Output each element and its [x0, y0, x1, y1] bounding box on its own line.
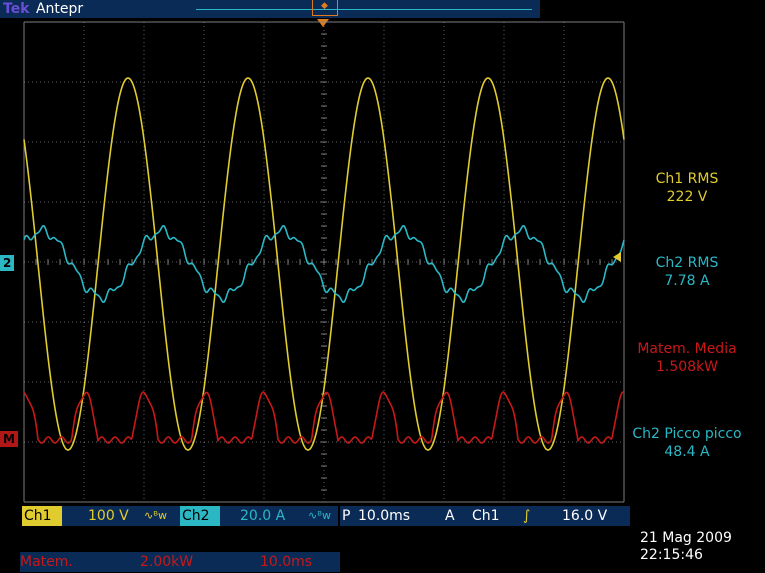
ch1-scale: 100 V: [88, 508, 129, 524]
timebase-trigger-settings[interactable]: P 10.0ms A Ch1 ∫ 16.0 V: [340, 506, 630, 526]
timebase-value: 10.0ms: [358, 508, 411, 524]
measurement-ch2-rms: Ch2 RMS 7.78 A: [612, 254, 762, 290]
math-scale: 2.00kW: [140, 554, 194, 570]
date: 21 Mag 2009: [640, 530, 732, 546]
ch1-bandwidth-icon: ∿ᴮw: [144, 509, 167, 522]
measurement-label: Ch1 RMS: [655, 171, 719, 187]
trigger-mode: A: [445, 508, 455, 524]
graticule: [23, 21, 625, 503]
bottom-status-area: Ch1 100 V ∿ᴮw Ch2 20.0 A ∿ᴮw P 10.0ms A …: [0, 506, 765, 573]
measurement-value: 1.508kW: [655, 359, 719, 375]
ch2-label: Ch2: [180, 506, 220, 526]
time: 22:15:46: [640, 547, 703, 563]
math-settings[interactable]: Matem. 2.00kW 10.0ms: [20, 552, 340, 572]
measurement-value: 222 V: [666, 189, 708, 205]
measurement-label: Ch2 RMS: [655, 255, 719, 271]
math-ground-marker[interactable]: M: [0, 431, 18, 447]
math-timebase: 10.0ms: [260, 554, 313, 570]
measurement-ch1-rms: Ch1 RMS 222 V: [612, 170, 762, 206]
ch2-ground-marker[interactable]: 2: [0, 255, 15, 271]
trigger-source: Ch1: [472, 508, 500, 524]
date-time: 21 Mag 2009 22:15:46: [640, 530, 732, 564]
measurement-label: Matem. Media: [637, 341, 737, 357]
ch2-settings[interactable]: Ch2 20.0 A ∿ᴮw: [180, 506, 338, 526]
math-label: Matem.: [20, 554, 73, 570]
ch1-label: Ch1: [22, 506, 62, 526]
ch2-bandwidth-icon: ∿ᴮw: [308, 509, 331, 522]
trigger-slope-icon: ∫: [523, 508, 531, 524]
trigger-level: 16.0 V: [562, 508, 608, 524]
measurement-value: 7.78 A: [664, 273, 710, 289]
measurement-value: 48.4 A: [664, 444, 710, 460]
measurement-ch2-peak-to-peak: Ch2 Picco picco 48.4 A: [612, 425, 762, 461]
timebase-prefix: P: [342, 508, 351, 524]
ch2-scale: 20.0 A: [240, 508, 286, 524]
measurement-label: Ch2 Picco picco: [632, 426, 742, 442]
ch1-settings[interactable]: Ch1 100 V ∿ᴮw: [22, 506, 194, 526]
measurement-math-mean: Matem. Media 1.508kW: [612, 340, 762, 376]
